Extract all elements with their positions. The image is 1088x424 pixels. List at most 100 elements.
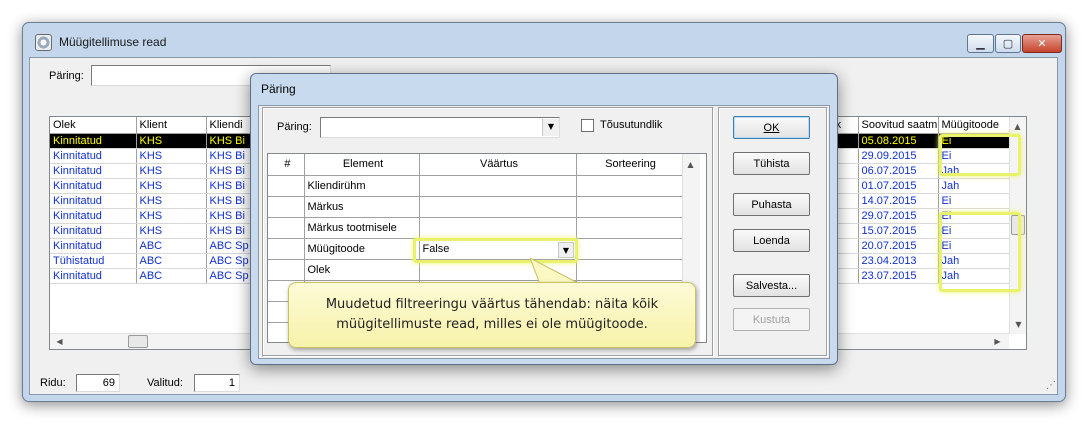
filter-row[interactable]: Märkus tootmisele xyxy=(268,217,683,239)
clear-button[interactable]: Puhasta xyxy=(733,193,810,216)
cell-klient[interactable]: KHS xyxy=(136,148,207,164)
cell-kliendi[interactable]: KHS Bi xyxy=(206,163,257,179)
filter-scroll-up-icon[interactable]: ▲ xyxy=(683,157,698,172)
cell-klient[interactable]: ABC xyxy=(136,253,207,269)
filter-cell-sort[interactable] xyxy=(576,196,683,218)
column-header-kliendi[interactable]: Kliendi xyxy=(206,117,257,134)
cell-kliendi[interactable]: KHS Bi xyxy=(206,148,257,164)
filter-cell-value[interactable] xyxy=(419,196,577,218)
cell-olek[interactable]: Tühistatud xyxy=(50,253,137,269)
filter-row[interactable]: Kliendirühm xyxy=(268,175,683,197)
cell-soovitud[interactable]: 05.08.2015 xyxy=(858,133,939,149)
filter-row-header[interactable] xyxy=(268,196,305,218)
cell-olek[interactable]: Kinnitatud xyxy=(50,133,137,149)
filter-column-element[interactable]: Element xyxy=(304,154,420,176)
filter-column-value[interactable]: Väärtus xyxy=(419,154,577,176)
cell-olek[interactable]: Kinnitatud xyxy=(50,208,137,224)
scroll-down-icon[interactable]: ▼ xyxy=(1011,317,1026,332)
filter-row-header[interactable] xyxy=(268,259,305,281)
cell-klient[interactable]: KHS xyxy=(136,193,207,209)
column-header-soovitud[interactable]: Soovitud saatm xyxy=(858,117,939,134)
dialog-query-combo[interactable]: ▼ xyxy=(320,117,560,138)
resize-grip-icon[interactable]: ⋰ xyxy=(1046,380,1056,391)
filter-cell-sort[interactable] xyxy=(576,238,683,260)
filter-row-header[interactable] xyxy=(268,238,305,260)
filter-row-header[interactable] xyxy=(268,217,305,239)
column-header-klient[interactable]: Klient xyxy=(136,117,207,134)
cell-klient[interactable]: ABC xyxy=(136,268,207,284)
cell-kliendi[interactable]: KHS Bi xyxy=(206,208,257,224)
filter-column-sort[interactable]: Sorteering xyxy=(576,154,683,176)
cell-olek[interactable]: Kinnitatud xyxy=(50,223,137,239)
scroll-up-icon[interactable]: ▲ xyxy=(1010,119,1025,134)
delete-button[interactable]: Kustuta xyxy=(733,308,810,331)
cell-soovitud[interactable]: 14.07.2015 xyxy=(858,193,939,209)
table-row[interactable]: Kinnitatud KHS KHS Bi xyxy=(50,223,257,239)
ascending-checkbox[interactable] xyxy=(581,119,594,132)
cell-muugitoode[interactable]: Jah xyxy=(938,178,1011,194)
filter-cell-element[interactable]: Müügitoode xyxy=(304,238,420,260)
cell-olek[interactable]: Kinnitatud xyxy=(50,178,137,194)
scroll-left-icon[interactable]: ◀ xyxy=(52,334,67,349)
cell-klient[interactable]: KHS xyxy=(136,208,207,224)
table-row[interactable]: Kinnitatud KHS KHS Bi xyxy=(50,178,257,194)
column-header-olek[interactable]: Olek xyxy=(50,117,137,134)
cell-soovitud[interactable]: 29.07.2015 xyxy=(858,208,939,224)
filter-row-header[interactable] xyxy=(268,175,305,197)
cell-olek[interactable]: Kinnitatud xyxy=(50,193,137,209)
cell-kliendi[interactable]: KHS Bi xyxy=(206,133,257,149)
filter-cell-element[interactable]: Märkus xyxy=(304,196,420,218)
cell-soovitud[interactable]: 23.04.2013 xyxy=(858,253,939,269)
cell-kliendi[interactable]: ABC Sp xyxy=(206,238,257,254)
load-button[interactable]: Loenda xyxy=(733,229,810,252)
cell-klient[interactable]: KHS xyxy=(136,178,207,194)
table-row[interactable]: Kinnitatud KHS KHS Bi xyxy=(50,208,257,224)
filter-cell-sort[interactable] xyxy=(576,259,683,281)
filter-cell-sort[interactable] xyxy=(576,217,683,239)
column-header-muugitoode[interactable]: Müügitoode xyxy=(938,117,1011,134)
ok-button[interactable]: OK xyxy=(733,116,810,139)
cell-kliendi[interactable]: KHS Bi xyxy=(206,223,257,239)
cell-klient[interactable]: KHS xyxy=(136,133,207,149)
cell-olek[interactable]: Kinnitatud xyxy=(50,268,137,284)
filter-cell-element[interactable]: Kliendirühm xyxy=(304,175,420,197)
cell-kliendi[interactable]: KHS Bi xyxy=(206,178,257,194)
filter-cell-value[interactable] xyxy=(419,217,577,239)
cell-klient[interactable]: KHS xyxy=(136,223,207,239)
chevron-down-icon[interactable]: ▼ xyxy=(542,119,559,136)
filter-cell-value[interactable] xyxy=(419,175,577,197)
save-button[interactable]: Salvesta... xyxy=(733,274,810,297)
table-row[interactable]: Kinnitatud KHS KHS Bi xyxy=(50,148,257,164)
cell-olek[interactable]: Kinnitatud xyxy=(50,148,137,164)
filter-row[interactable]: Märkus xyxy=(268,196,683,218)
table-row[interactable]: Kinnitatud KHS KHS Bi xyxy=(50,193,257,209)
cell-klient[interactable]: ABC xyxy=(136,238,207,254)
cell-kliendi[interactable]: KHS Bi xyxy=(206,193,257,209)
table-row[interactable]: Kinnitatud KHS KHS Bi xyxy=(50,133,257,149)
cell-kliendi[interactable]: ABC Sp xyxy=(206,253,257,269)
table-row[interactable]: Tühistatud ABC ABC Sp xyxy=(50,253,257,269)
cell-soovitud[interactable]: 01.07.2015 xyxy=(858,178,939,194)
table-row[interactable]: 14.07.2015 Ei xyxy=(818,193,1011,209)
table-row[interactable]: Kinnitatud ABC ABC Sp xyxy=(50,268,257,284)
cell-soovitud[interactable]: 29.09.2015 xyxy=(858,148,939,164)
cell-kliendi[interactable]: ABC Sp xyxy=(206,268,257,284)
table-row[interactable]: Kinnitatud ABC ABC Sp xyxy=(50,238,257,254)
table-row[interactable]: Kinnitatud KHS KHS Bi xyxy=(50,163,257,179)
filter-cell-sort[interactable] xyxy=(576,175,683,197)
scroll-right-icon[interactable]: ▶ xyxy=(990,334,1005,349)
cell-soovitud[interactable]: 15.07.2015 xyxy=(858,223,939,239)
cell-olek[interactable]: Kinnitatud xyxy=(50,238,137,254)
cell-muugitoode[interactable]: Ei xyxy=(938,193,1011,209)
cell-soovitud[interactable]: 06.07.2015 xyxy=(858,163,939,179)
close-button[interactable]: ✕ xyxy=(1022,34,1062,53)
cell-soovitud[interactable]: 20.07.2015 xyxy=(858,238,939,254)
filter-cell-element[interactable]: Olek xyxy=(304,259,420,281)
cell-soovitud[interactable]: 23.07.2015 xyxy=(858,268,939,284)
maximize-button[interactable]: ▢ xyxy=(995,34,1021,53)
cancel-button[interactable]: Tühista xyxy=(733,152,810,175)
horizontal-scroll-thumb[interactable] xyxy=(128,335,148,348)
filter-cell-element[interactable]: Märkus tootmisele xyxy=(304,217,420,239)
cell-olek[interactable]: Kinnitatud xyxy=(50,163,137,179)
minimize-button[interactable]: ▁ xyxy=(967,34,994,53)
